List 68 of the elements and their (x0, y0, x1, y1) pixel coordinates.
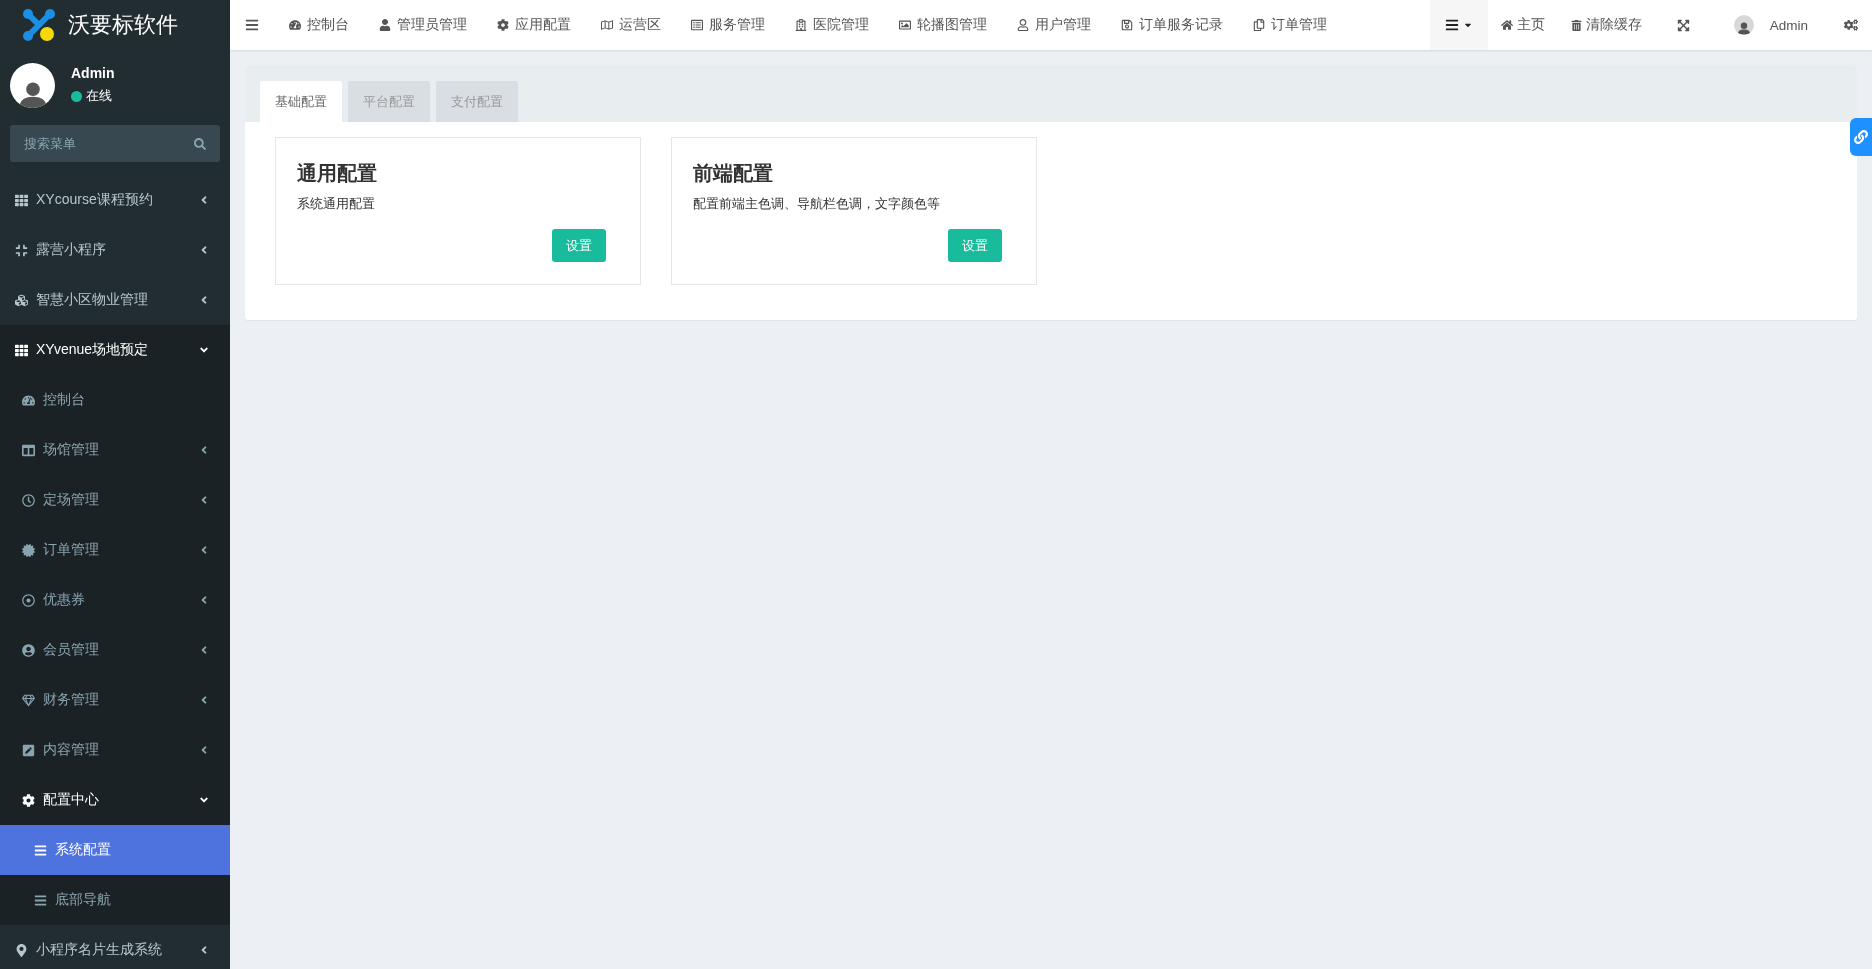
nav-link[interactable]: 轮播图管理 (884, 0, 1002, 50)
menu-icon (34, 893, 47, 907)
nav-icon (1017, 19, 1029, 31)
tab[interactable]: 基础配置 (260, 81, 342, 122)
user-menu[interactable]: Admin (1711, 0, 1830, 50)
nav-icon (497, 19, 509, 31)
menu-icon (22, 393, 35, 407)
nav-icon (899, 19, 911, 31)
nav-link[interactable]: 用户管理 (1002, 0, 1106, 50)
home-icon (1500, 19, 1513, 31)
dropdown-button[interactable] (1429, 0, 1488, 50)
nav-icon (1121, 19, 1133, 31)
status-dot (71, 90, 82, 102)
nav-link[interactable]: 应用配置 (482, 0, 586, 50)
nav-icon (601, 19, 613, 31)
nav-link[interactable]: 管理员管理 (364, 0, 482, 50)
card-description: 配置前端主色调、导航栏色调，文字颜色等 (693, 195, 941, 213)
trash-icon (1570, 19, 1582, 31)
toolbar-link[interactable]: 主页 (1487, 0, 1558, 50)
sidebar-item[interactable]: 定场管理 (0, 475, 230, 525)
card-title: 通用配置 (297, 161, 378, 186)
menu-icon (15, 293, 28, 307)
nav-link[interactable]: 运营区 (586, 0, 676, 50)
search-field[interactable]: 搜索菜单 (10, 125, 180, 162)
menu-icon (15, 343, 28, 357)
menu-icon (22, 593, 35, 607)
menu-icon (22, 443, 35, 457)
nav-link[interactable]: 订单服务记录 (1106, 0, 1238, 50)
menu-icon (22, 743, 35, 757)
status-text: 在线 (86, 87, 112, 105)
sidebar-item[interactable]: 财务管理 (0, 675, 230, 725)
menu-icon (22, 543, 35, 557)
user-name: Admin (71, 65, 115, 81)
sidebar-item[interactable]: 内容管理 (0, 725, 230, 775)
menu-icon (15, 943, 28, 957)
sidebar-item[interactable]: 系统配置 (0, 825, 230, 875)
card-description: 系统通用配置 (297, 195, 376, 213)
toolbar-link[interactable]: 清除缓存 (1557, 0, 1655, 50)
menu-icon (22, 693, 35, 707)
nav-link[interactable]: 服务管理 (676, 0, 780, 50)
sidebar-item[interactable]: 配置中心 (0, 775, 230, 825)
nav-icon (691, 19, 703, 31)
nav-icon (289, 19, 301, 31)
menu-icon (22, 793, 35, 807)
menu-icon (15, 193, 28, 207)
sidebar-item[interactable]: 订单管理 (0, 525, 230, 575)
menu-icon (15, 243, 28, 257)
nav-link[interactable]: 控制台 (274, 0, 364, 50)
sidebar-item[interactable]: 底部导航 (0, 875, 230, 925)
card-title: 前端配置 (693, 161, 774, 186)
link-icon[interactable] (1850, 118, 1872, 156)
sidebar-item[interactable]: 场馆管理 (0, 425, 230, 475)
nav-link[interactable]: 医院管理 (780, 0, 884, 50)
search-bar[interactable]: 搜索菜单 (10, 125, 220, 162)
brand-name: 沃要标软件 (68, 11, 178, 39)
list-icon (1444, 18, 1459, 32)
nav-icon (379, 19, 391, 31)
nav-link[interactable]: 订单管理 (1238, 0, 1342, 50)
sidebar-item[interactable]: 控制台 (0, 375, 230, 425)
menu-icon (22, 643, 35, 657)
nav-icon (795, 19, 807, 31)
nav-icon (1253, 19, 1265, 31)
sidebar-item[interactable]: 优惠券 (0, 575, 230, 625)
logo-icon (22, 8, 56, 42)
menu-icon (22, 493, 35, 507)
sidebar-item[interactable]: XYvenue场地预定 (0, 325, 230, 375)
sidebar-item[interactable]: 会员管理 (0, 625, 230, 675)
menu-icon (34, 843, 47, 857)
